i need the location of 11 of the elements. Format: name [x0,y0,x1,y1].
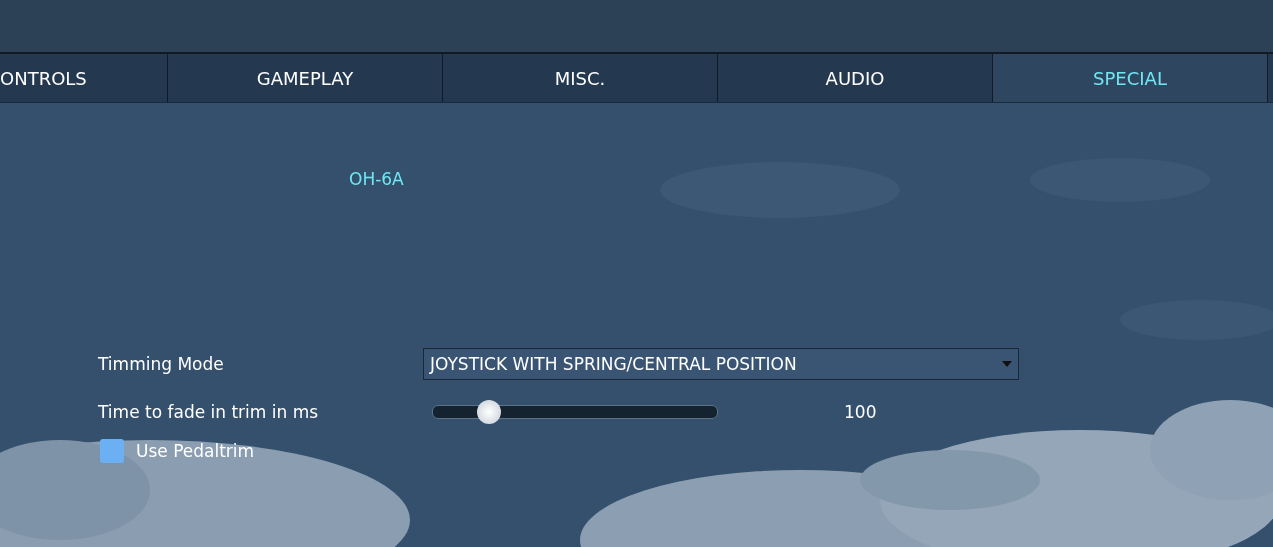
checkbox-label: Use Pedaltrim [136,441,255,461]
setting-label: Time to fade in trim in ms [98,402,320,422]
caret-icon [1002,361,1012,367]
tab[interactable]: SPECIAL [993,54,1268,102]
setting-label: Timming Mode [98,354,225,374]
dropdown[interactable]: JOYSTICK WITH SPRING/CENTRAL POSITION [423,348,1019,380]
slider[interactable] [432,400,718,424]
aircraft-title: OH-6A [349,169,404,189]
checkbox[interactable] [100,439,124,463]
slider-value: 100 [844,402,877,422]
tab[interactable]: ONTROLS [0,54,168,102]
